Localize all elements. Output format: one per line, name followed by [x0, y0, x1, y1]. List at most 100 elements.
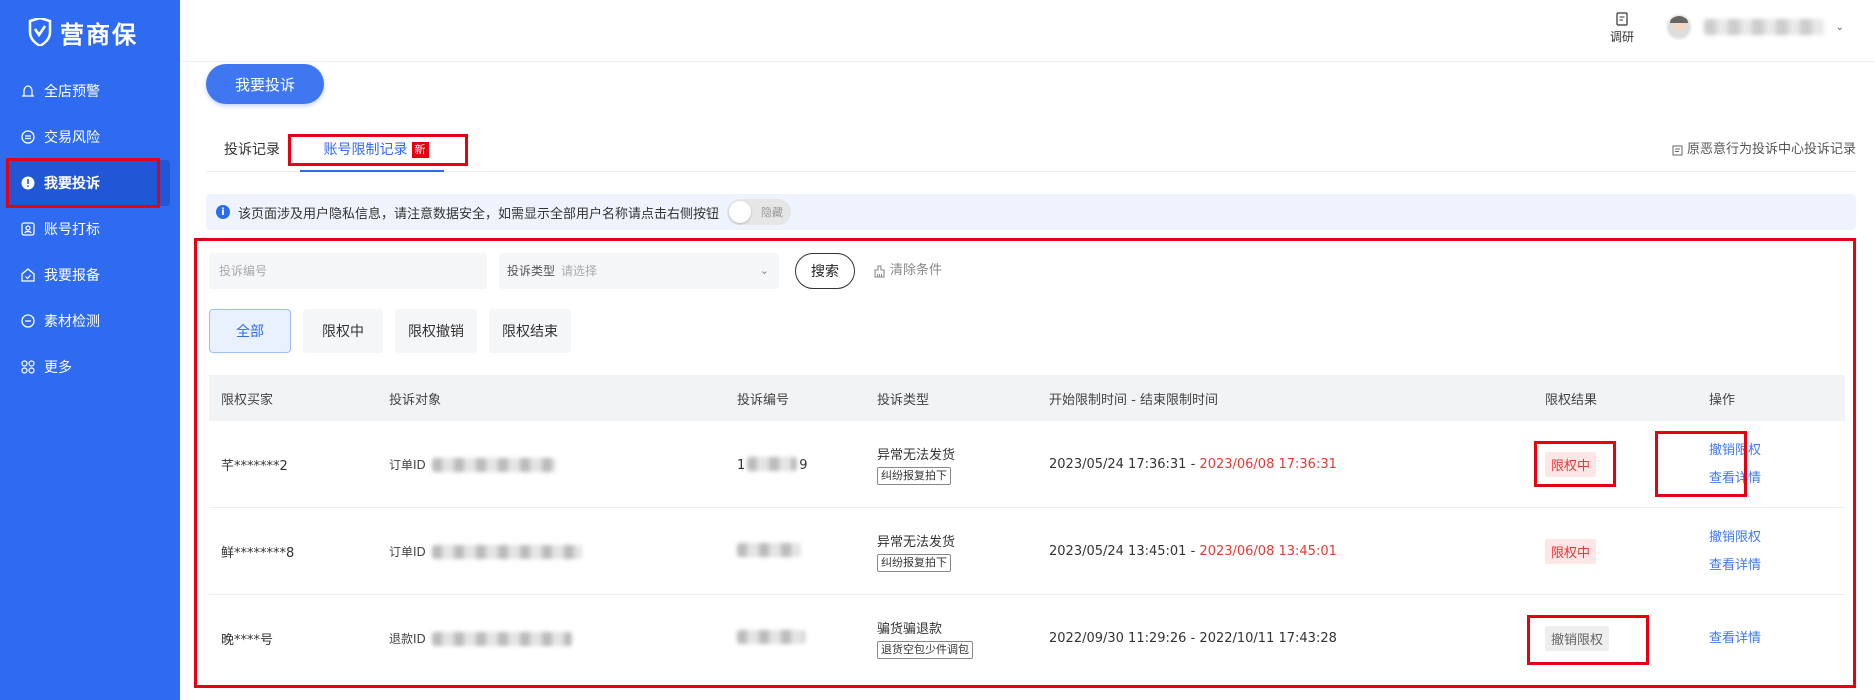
status-filter-chips: 全部 限权中 限权撤销 限权结束 [209, 309, 583, 353]
chip-restricting[interactable]: 限权中 [303, 309, 383, 353]
restriction-time: 2022/09/30 11:29:26 - 2022/10/11 17:43:2… [1049, 631, 1337, 646]
view-details-link[interactable]: 查看详情 [1709, 625, 1761, 653]
sidebar-item-store-alert[interactable]: 全店预警 [0, 68, 180, 114]
type-main: 异常无法发货 [877, 535, 956, 550]
object-id-redacted [431, 544, 582, 559]
actions-cell: 撤销限权 查看详情 [1709, 437, 1761, 493]
chevron-down-icon[interactable]: ⌄ [1836, 22, 1844, 33]
privacy-toggle[interactable]: 隐藏 [727, 199, 792, 225]
toggle-label: 隐藏 [761, 206, 784, 219]
material-check-icon [20, 313, 36, 329]
logo-text: 营商保 [60, 20, 138, 49]
object-type: 退款ID [389, 632, 426, 646]
sidebar: 营商保 全店预警 交易风险 我要投诉 账号打标 我要报备 素材检测 更多 [0, 0, 180, 700]
time-end: 2023/06/08 13:45:01 [1199, 544, 1337, 559]
filter-row: 投诉编号 投诉类型 请选择 ⌄ 搜索 清除条件 [209, 253, 1841, 289]
time-start: 2023/05/24 17:36:31 [1049, 457, 1187, 472]
complaint-no-suffix: 9 [799, 457, 808, 473]
complaint-no-redacted [737, 542, 801, 557]
legacy-complaint-records-link[interactable]: 原恶意行为投诉中心投诉记录 [1672, 132, 1856, 168]
revoke-restriction-link[interactable]: 撤销限权 [1709, 524, 1761, 552]
tab-account-restriction-records[interactable]: 账号限制记录新 [288, 132, 468, 172]
survey-label: 调研 [1609, 30, 1634, 44]
sidebar-item-more[interactable]: 更多 [0, 344, 180, 390]
time-start: 2023/05/24 13:45:01 [1049, 544, 1187, 559]
table-row: 晚****号 退款ID 骗货骗退款 退货空包少件调包 2022/09/30 11:… [209, 595, 1845, 682]
select-label: 投诉类型 [507, 264, 556, 278]
restriction-records-panel: 投诉编号 投诉类型 请选择 ⌄ 搜索 清除条件 全部 限权中 限权撤销 限权结束 … [194, 238, 1856, 688]
table-row: 鲜********8 订单ID 异常无法发货 纠纷报复拍下 2023/05/24 … [209, 508, 1845, 595]
sidebar-item-trade-risk[interactable]: 交易风险 [0, 114, 180, 160]
file-complaint-button[interactable]: 我要投诉 [206, 64, 324, 104]
result-cell: 限权中 [1545, 452, 1597, 477]
app-logo[interactable]: 营商保 [28, 14, 138, 50]
broom-icon [874, 264, 885, 278]
object-id-redacted [431, 457, 556, 472]
table-row: 芊*******2 订单ID 19 异常无法发货 纠纷报复拍下 2023/05/2… [209, 421, 1845, 508]
new-badge: 新 [411, 142, 429, 158]
shield-logo-icon [28, 18, 52, 46]
clear-filters-button[interactable]: 清除条件 [873, 253, 942, 289]
actions-cell: 查看详情 [1709, 625, 1761, 653]
view-details-link[interactable]: 查看详情 [1709, 552, 1761, 580]
status-badge: 限权中 [1545, 452, 1597, 477]
trade-risk-icon [20, 129, 36, 145]
complaint-icon [20, 175, 36, 191]
sidebar-item-label: 全店预警 [44, 84, 100, 100]
type-tag: 纠纷报复拍下 [877, 467, 951, 485]
time-end: 2022/10/11 17:43:28 [1199, 631, 1337, 646]
header-type: 投诉类型 [877, 393, 930, 408]
revoke-restriction-link[interactable]: 撤销限权 [1709, 437, 1761, 465]
restriction-table: 限权买家 投诉对象 投诉编号 投诉类型 开始限制时间 - 结束限制时间 限权结果… [209, 375, 1845, 682]
active-tab-indicator [300, 170, 444, 172]
type-tag: 纠纷报复拍下 [877, 554, 951, 572]
user-menu[interactable]: ⌄ [1665, 14, 1844, 40]
complaint-type: 骗货骗退款 退货空包少件调包 [877, 618, 973, 659]
chip-ended[interactable]: 限权结束 [489, 309, 571, 353]
sidebar-item-complaint[interactable]: 我要投诉 [6, 158, 170, 208]
complaint-no-redacted [737, 629, 805, 644]
input-placeholder: 投诉编号 [219, 264, 268, 278]
complaint-type-select[interactable]: 投诉类型 请选择 ⌄ [499, 253, 779, 289]
object-id-redacted [431, 631, 572, 646]
object-type: 订单ID [389, 458, 426, 472]
complaint-no: 19 [737, 456, 808, 473]
complaint-no-input[interactable]: 投诉编号 [209, 253, 487, 289]
privacy-notice: i 该页面涉及用户隐私信息，请注意数据安全，如需显示全部用户名称请点击右侧按钮 … [206, 194, 1856, 230]
restriction-time: 2023/05/24 17:36:31 - 2023/06/08 17:36:3… [1049, 457, 1337, 472]
survey-button[interactable]: 调研 [1602, 12, 1642, 45]
result-cell: 撤销限权 [1545, 626, 1610, 651]
header-buyer: 限权买家 [221, 393, 274, 408]
object-type: 订单ID [389, 545, 426, 559]
complaint-no-prefix: 1 [737, 457, 746, 473]
top-bar: 调研 ⌄ [180, 0, 1874, 62]
notice-text: 该页面涉及用户隐私信息，请注意数据安全，如需显示全部用户名称请点击右侧按钮 [238, 206, 720, 222]
sidebar-item-account-tag[interactable]: 账号打标 [0, 206, 180, 252]
tabs: 投诉记录 账号限制记录新 原恶意行为投诉中心投诉记录 [206, 132, 1856, 172]
chip-revoked[interactable]: 限权撤销 [395, 309, 477, 353]
sidebar-item-report[interactable]: 我要报备 [0, 252, 180, 298]
complaint-no [737, 542, 801, 561]
header-actions: 操作 [1709, 393, 1736, 408]
sidebar-nav: 全店预警 交易风险 我要投诉 账号打标 我要报备 素材检测 更多 [0, 68, 180, 390]
sidebar-item-material-check[interactable]: 素材检测 [0, 298, 180, 344]
legacy-link-label: 原恶意行为投诉中心投诉记录 [1686, 142, 1856, 157]
complaint-no [737, 629, 805, 648]
type-main: 骗货骗退款 [877, 622, 943, 637]
type-main: 异常无法发货 [877, 448, 956, 463]
view-details-link[interactable]: 查看详情 [1709, 465, 1761, 493]
complaint-object: 订单ID [389, 543, 582, 560]
header-object: 投诉对象 [389, 393, 442, 408]
chip-all[interactable]: 全部 [209, 309, 291, 353]
search-button[interactable]: 搜索 [795, 253, 855, 289]
buyer-name: 芊*******2 [221, 459, 288, 474]
username-redacted [1703, 19, 1824, 35]
complaint-no-redacted [747, 456, 798, 471]
header-complaint-no: 投诉编号 [737, 393, 790, 408]
header-time: 开始限制时间 - 结束限制时间 [1049, 393, 1218, 408]
tab-complaint-records[interactable]: 投诉记录 [224, 132, 280, 172]
sidebar-item-label: 我要报备 [44, 268, 100, 284]
document-icon [1672, 145, 1683, 155]
sidebar-item-label: 交易风险 [44, 130, 100, 146]
avatar[interactable] [1665, 14, 1692, 40]
